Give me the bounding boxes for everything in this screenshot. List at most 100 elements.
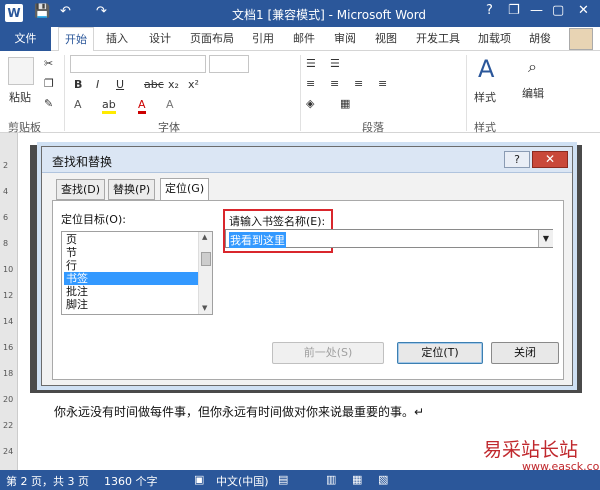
ruler-number: 10	[3, 265, 14, 274]
vertical-ruler: 2 4 6 8 10 12 14 16 18 20 22 24	[0, 133, 18, 470]
italic-button[interactable]: I	[96, 78, 99, 91]
font-size-box[interactable]	[209, 55, 249, 73]
user-name[interactable]: 胡俊	[523, 27, 557, 51]
tab-references[interactable]: 引用	[246, 27, 280, 51]
chevron-down-icon[interactable]: ▼	[538, 230, 553, 247]
dialog-close-button[interactable]: ✕	[532, 151, 568, 168]
goto-target-list[interactable]: 页 节 行 书签 批注 脚注 ▲ ▼	[61, 231, 213, 315]
underline-button[interactable]: U	[116, 78, 124, 91]
cut-icon[interactable]: ✂	[44, 57, 53, 70]
read-mode-icon[interactable]: ▥	[326, 473, 336, 486]
list-item-selected[interactable]: 书签	[64, 272, 198, 285]
tab-file[interactable]: 文件	[0, 27, 51, 51]
copy-icon[interactable]: ❐	[44, 77, 54, 90]
tab-design[interactable]: 设计	[143, 27, 177, 51]
superscript-button[interactable]: x²	[188, 78, 199, 91]
word-logo: W	[5, 4, 23, 22]
tab-mailings[interactable]: 邮件	[287, 27, 321, 51]
list-item[interactable]: 节	[64, 246, 198, 259]
font-case-icon[interactable]: A	[166, 98, 174, 111]
save-icon[interactable]: 💾	[34, 4, 50, 19]
ruler-number: 20	[3, 395, 14, 404]
undo-icon[interactable]: ↶	[60, 4, 71, 19]
text-effects-icon[interactable]: A	[74, 98, 82, 111]
tab-goto[interactable]: 定位(G)	[160, 178, 210, 201]
redo-icon[interactable]: ↷	[96, 4, 107, 19]
tab-find[interactable]: 查找(D)	[56, 179, 106, 200]
shading-icon[interactable]: ◈	[306, 97, 314, 110]
scroll-down-icon[interactable]: ▼	[202, 304, 207, 312]
bookmark-name-combo[interactable]: 我看到这里 ▼	[225, 229, 553, 248]
list-item[interactable]: 页	[64, 233, 198, 246]
goto-button[interactable]: 定位(T)	[397, 342, 483, 364]
dialog-help-button[interactable]: ?	[504, 151, 530, 168]
ruler-number: 6	[3, 213, 9, 222]
ribbon: 粘贴 ✂ ❐ ✎ 剪贴板 B I U abc x₂ x² A ab A A 字体…	[0, 51, 600, 134]
ribbon-tabs: 文件 开始 插入 设计 页面布局 引用 邮件 审阅 视图 开发工具 加载项 胡俊	[0, 27, 600, 52]
scroll-thumb[interactable]	[201, 252, 211, 266]
paste-icon[interactable]	[8, 57, 34, 85]
previous-button[interactable]: 前一处(S)	[272, 342, 384, 364]
bold-button[interactable]: B	[74, 78, 82, 91]
close-button[interactable]: 关闭	[491, 342, 559, 364]
list-item[interactable]: 批注	[64, 285, 198, 298]
ruler-number: 8	[3, 239, 9, 248]
divider	[64, 55, 65, 131]
avatar[interactable]	[569, 28, 593, 50]
editing-button[interactable]: 编辑	[522, 85, 544, 101]
font-color-icon[interactable]: A	[138, 98, 146, 114]
tab-home[interactable]: 开始	[58, 27, 94, 52]
find-replace-dialog: 查找和替换 ? ✕ 查找(D) 替换(P) 定位(G) 定位目标(O): 页 节…	[41, 146, 573, 386]
list-item[interactable]: 脚注	[64, 298, 198, 311]
proofing-icon[interactable]: ▣	[194, 473, 204, 486]
status-bar: 第 2 页，共 3 页 1360 个字 ▣ 中文(中国) ▤ ▥ ▦ ▧	[0, 470, 600, 490]
bookmark-name-value[interactable]: 我看到这里	[229, 232, 286, 248]
strikethrough-button[interactable]: abc	[144, 78, 164, 91]
tab-addins[interactable]: 加载项	[472, 27, 517, 51]
list-item[interactable]: 行	[64, 259, 198, 272]
scroll-up-icon[interactable]: ▲	[202, 233, 207, 241]
format-painter-icon[interactable]: ✎	[44, 97, 53, 110]
borders-icon[interactable]: ▦	[340, 97, 350, 110]
tab-layout[interactable]: 页面布局	[184, 27, 240, 51]
tab-view[interactable]: 视图	[369, 27, 403, 51]
styles-button[interactable]: 样式	[474, 89, 496, 105]
window-title: 文档1 [兼容模式] - Microsoft Word	[232, 8, 427, 22]
tab-review[interactable]: 审阅	[328, 27, 362, 51]
tab-developer[interactable]: 开发工具	[410, 27, 466, 51]
goto-panel: 定位目标(O): 页 节 行 书签 批注 脚注 ▲ ▼ 请输入书签名称(E): …	[52, 200, 564, 380]
tab-replace[interactable]: 替换(P)	[108, 179, 156, 200]
highlight-icon[interactable]: ab	[102, 98, 116, 114]
minimize-icon[interactable]: —	[530, 3, 543, 18]
document-text[interactable]: 你永远没有时间做每件事，但你永远有时间做对你来说最重要的事。↵	[54, 403, 424, 420]
align-left-icon[interactable]: ≡	[306, 77, 315, 90]
word-count[interactable]: 1360 个字	[104, 473, 158, 489]
maximize-icon[interactable]: ▢	[552, 3, 564, 18]
bullets-icon[interactable]: ☰	[306, 57, 316, 70]
help-icon[interactable]: ?	[486, 3, 493, 18]
watermark-text: 易采站长站	[483, 439, 579, 461]
tab-insert[interactable]: 插入	[100, 27, 134, 51]
font-name-box[interactable]	[70, 55, 206, 73]
numbering-icon[interactable]: ☰	[330, 57, 340, 70]
align-center-icon[interactable]: ≡	[330, 77, 339, 90]
find-icon[interactable]: ⌕	[528, 57, 537, 77]
close-icon[interactable]: ✕	[578, 3, 589, 18]
web-layout-icon[interactable]: ▧	[378, 473, 388, 486]
styles-icon[interactable]: A	[478, 55, 494, 83]
ribbon-display-icon[interactable]: ❐	[508, 3, 520, 18]
ruler-number: 22	[3, 421, 14, 430]
divider	[466, 55, 467, 131]
justify-icon[interactable]: ≡	[378, 77, 387, 90]
align-right-icon[interactable]: ≡	[354, 77, 363, 90]
paste-button[interactable]: 粘贴	[9, 89, 31, 105]
language[interactable]: 中文(中国)	[216, 473, 269, 489]
divider	[300, 55, 301, 131]
list-scrollbar[interactable]: ▲ ▼	[198, 232, 212, 314]
ruler-number: 2	[3, 161, 9, 170]
print-layout-icon[interactable]: ▦	[352, 473, 362, 486]
page-count[interactable]: 第 2 页，共 3 页	[6, 473, 89, 489]
subscript-button[interactable]: x₂	[168, 78, 179, 91]
macro-icon[interactable]: ▤	[278, 473, 288, 486]
bookmark-name-label: 请输入书签名称(E):	[229, 215, 326, 228]
